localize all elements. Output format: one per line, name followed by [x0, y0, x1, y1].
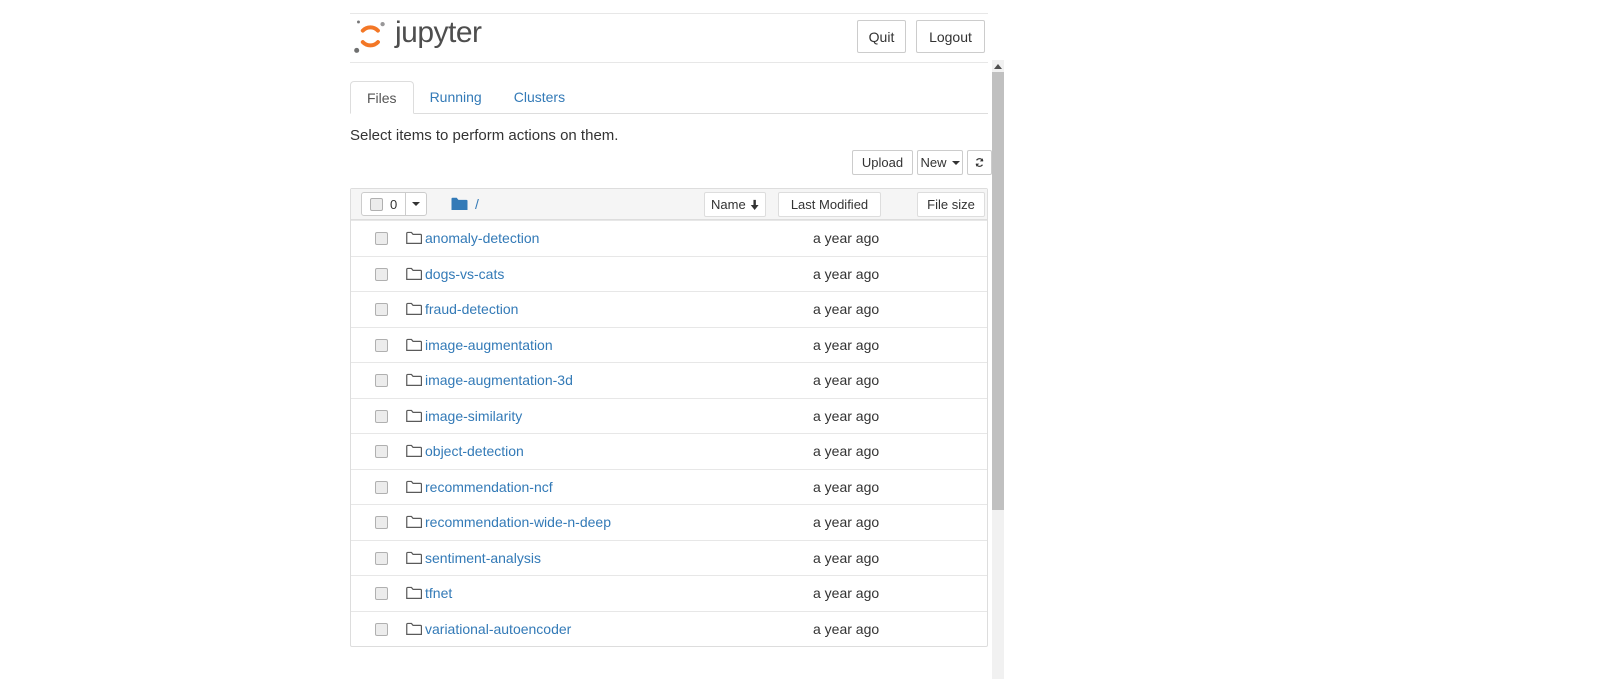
folder-outline-icon	[406, 267, 422, 281]
folder-outline-icon	[406, 231, 422, 245]
arrow-down-icon	[750, 199, 759, 211]
folder-link[interactable]: object-detection	[425, 443, 524, 459]
last-modified-value: a year ago	[813, 408, 879, 424]
last-modified-value: a year ago	[813, 301, 879, 317]
tab-bar: Files Running Clusters	[350, 81, 988, 114]
folder-link[interactable]: anomaly-detection	[425, 230, 539, 246]
last-modified-value: a year ago	[813, 514, 879, 530]
upload-button[interactable]: Upload	[852, 150, 913, 175]
row-checkbox[interactable]	[375, 303, 388, 316]
row-checkbox[interactable]	[375, 374, 388, 387]
folder-outline-icon	[406, 373, 422, 387]
logo-text: jupyter	[395, 18, 482, 54]
folder-icon	[451, 197, 468, 211]
quit-button[interactable]: Quit	[857, 20, 906, 53]
row-checkbox[interactable]	[375, 339, 388, 352]
new-button-label: New	[921, 155, 947, 170]
new-dropdown-button[interactable]: New	[917, 150, 963, 175]
folder-outline-icon	[406, 551, 422, 565]
refresh-icon	[974, 155, 985, 170]
row-checkbox[interactable]	[375, 587, 388, 600]
jupyter-file-browser: jupyter Quit Logout Files Running Cluste…	[0, 0, 1600, 679]
table-row: dogs-vs-cats a year ago	[351, 256, 987, 292]
jupyter-logo-icon	[352, 15, 388, 57]
chevron-down-icon	[412, 202, 420, 206]
last-modified-value: a year ago	[813, 479, 879, 495]
table-row: image-augmentation a year ago	[351, 327, 987, 363]
table-row: anomaly-detection a year ago	[351, 220, 987, 256]
last-modified-value: a year ago	[813, 621, 879, 637]
tab-files[interactable]: Files	[350, 81, 414, 114]
folder-outline-icon	[406, 302, 422, 316]
breadcrumb-root-link[interactable]: /	[475, 196, 479, 212]
last-modified-value: a year ago	[813, 372, 879, 388]
folder-outline-icon	[406, 338, 422, 352]
row-checkbox[interactable]	[375, 445, 388, 458]
refresh-button[interactable]	[967, 150, 992, 175]
vertical-scrollbar-thumb[interactable]	[992, 72, 1004, 510]
table-row: image-augmentation-3d a year ago	[351, 362, 987, 398]
row-checkbox[interactable]	[375, 552, 388, 565]
selected-count: 0	[390, 197, 397, 212]
folder-link[interactable]: tfnet	[425, 585, 452, 601]
logout-button[interactable]: Logout	[916, 20, 985, 53]
jupyter-logo: jupyter	[352, 15, 482, 57]
folder-outline-icon	[406, 586, 422, 600]
row-checkbox[interactable]	[375, 410, 388, 423]
sort-name-label: Name	[711, 197, 746, 212]
last-modified-value: a year ago	[813, 585, 879, 601]
folder-outline-icon	[406, 622, 422, 636]
file-list-header: 0 / Name Last Modified File si	[351, 189, 987, 220]
select-items-notice: Select items to perform actions on them.	[350, 127, 618, 144]
table-row: recommendation-ncf a year ago	[351, 469, 987, 505]
row-checkbox[interactable]	[375, 481, 388, 494]
table-row: sentiment-analysis a year ago	[351, 540, 987, 576]
select-all-button[interactable]: 0	[362, 193, 405, 215]
table-row: variational-autoencoder a year ago	[351, 611, 987, 647]
folder-outline-icon	[406, 480, 422, 494]
table-row: fraud-detection a year ago	[351, 291, 987, 327]
scrollbar-up-arrow-icon[interactable]	[994, 64, 1002, 69]
row-checkbox[interactable]	[375, 623, 388, 636]
vertical-scrollbar-track[interactable]	[992, 60, 1004, 679]
table-row: image-similarity a year ago	[351, 398, 987, 434]
folder-outline-icon	[406, 444, 422, 458]
folder-link[interactable]: recommendation-wide-n-deep	[425, 514, 611, 530]
sort-last-modified-button[interactable]: Last Modified	[778, 192, 881, 217]
folder-link[interactable]: image-augmentation-3d	[425, 372, 573, 388]
select-all-split-button: 0	[361, 192, 427, 216]
last-modified-value: a year ago	[813, 443, 879, 459]
folder-link[interactable]: sentiment-analysis	[425, 550, 541, 566]
top-divider	[350, 13, 988, 14]
sort-file-size-button[interactable]: File size	[917, 192, 985, 217]
chevron-down-icon	[952, 161, 960, 165]
row-checkbox[interactable]	[375, 232, 388, 245]
header-divider	[350, 62, 988, 63]
sort-name-button[interactable]: Name	[704, 192, 766, 217]
row-checkbox[interactable]	[375, 268, 388, 281]
folder-link[interactable]: image-similarity	[425, 408, 522, 424]
folder-link[interactable]: dogs-vs-cats	[425, 266, 504, 282]
select-filter-dropdown[interactable]	[405, 193, 426, 215]
folder-link[interactable]: fraud-detection	[425, 301, 518, 317]
folder-link[interactable]: image-augmentation	[425, 337, 553, 353]
table-row: tfnet a year ago	[351, 575, 987, 611]
last-modified-value: a year ago	[813, 337, 879, 353]
folder-link[interactable]: variational-autoencoder	[425, 621, 571, 637]
file-list-rows: anomaly-detection a year ago dogs-vs-cat…	[351, 220, 987, 646]
folder-outline-icon	[406, 515, 422, 529]
tab-running[interactable]: Running	[414, 81, 498, 114]
row-checkbox[interactable]	[375, 516, 388, 529]
last-modified-value: a year ago	[813, 230, 879, 246]
tab-clusters[interactable]: Clusters	[498, 81, 581, 114]
breadcrumb: /	[451, 196, 479, 212]
last-modified-value: a year ago	[813, 266, 879, 282]
file-list-table: 0 / Name Last Modified File si	[350, 188, 988, 647]
table-row: recommendation-wide-n-deep a year ago	[351, 504, 987, 540]
folder-link[interactable]: recommendation-ncf	[425, 479, 553, 495]
select-all-checkbox[interactable]	[370, 198, 383, 211]
table-row: object-detection a year ago	[351, 433, 987, 469]
last-modified-value: a year ago	[813, 550, 879, 566]
folder-outline-icon	[406, 409, 422, 423]
